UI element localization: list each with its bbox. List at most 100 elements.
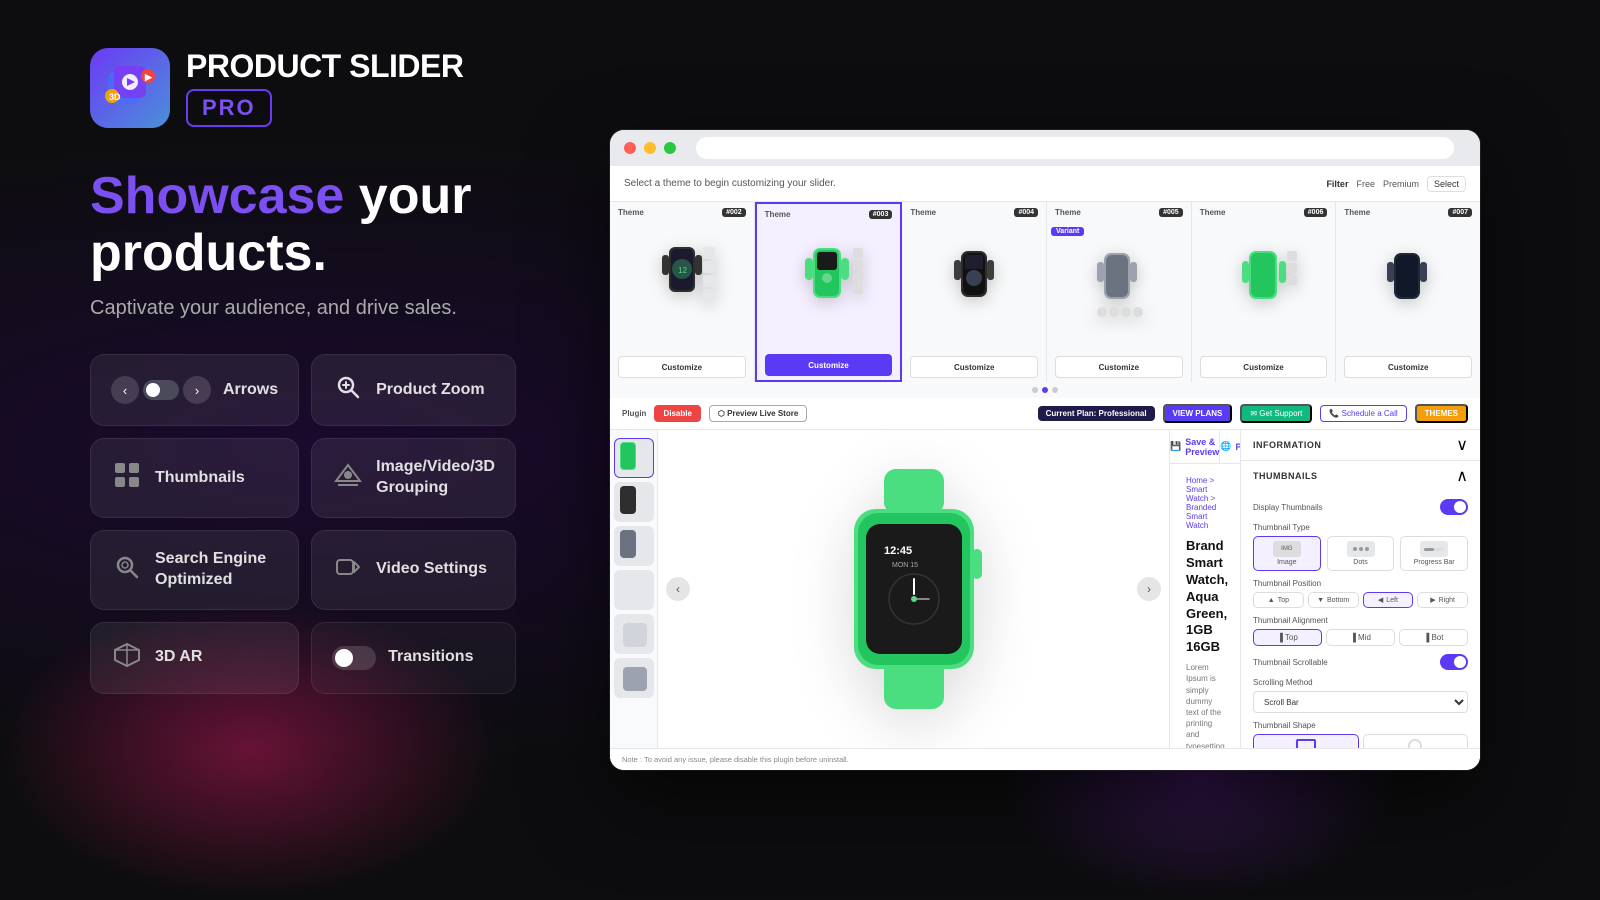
thumbnail-type-options: IMG Image [1253, 536, 1468, 571]
thumb-4[interactable] [614, 570, 654, 610]
theme-card-006[interactable]: Theme #006 [1192, 202, 1337, 382]
select-label[interactable]: Select [1427, 176, 1466, 192]
align-middle[interactable]: ▐ Mid [1326, 629, 1395, 646]
customize-btn-006[interactable]: Customize [1200, 356, 1328, 378]
next-image-arrow[interactable]: › [1137, 577, 1161, 601]
shape-round[interactable]: Round [1363, 734, 1469, 748]
disable-btn[interactable]: Disable [654, 405, 700, 422]
dot-3[interactable] [1052, 387, 1058, 393]
schedule-call-btn[interactable]: 📞 Schedule a Call [1320, 405, 1406, 422]
browser-minimize-dot [644, 142, 656, 154]
svg-text:3D: 3D [109, 92, 121, 102]
feature-grid: ‹ › Arrows Product Zoom [90, 354, 472, 693]
pos-right[interactable]: ▶Right [1417, 592, 1468, 608]
feature-arrows[interactable]: ‹ › Arrows [90, 354, 299, 426]
dots-type-icon [1347, 541, 1375, 557]
support-icon: ✉ [1250, 409, 1257, 418]
zoom-icon [332, 373, 364, 407]
product-preview: ‹ [610, 430, 1170, 748]
save-preview-btn[interactable]: 💾 Save & Preview [1170, 430, 1220, 463]
plugin-controls: Plugin Disable ⬡ Preview Live Store Curr… [610, 398, 1480, 430]
customize-btn-004[interactable]: Customize [910, 356, 1038, 378]
customize-btn-005[interactable]: Customize [1055, 356, 1183, 378]
free-label[interactable]: Free [1356, 179, 1375, 189]
image-video-3d-label: Image/Video/3D Grouping [376, 457, 495, 499]
get-support-btn[interactable]: ✉ Get Support [1240, 404, 1312, 423]
feature-video-settings[interactable]: Video Settings [311, 530, 516, 610]
theme-card-004[interactable]: Theme #004 [902, 202, 1047, 382]
theme-card-002[interactable]: Theme #002 12 [610, 202, 755, 382]
breadcrumb: Home > Smart Watch > Branded Smart Watch [1186, 476, 1224, 530]
scrolling-method-select[interactable]: Scroll Bar Drag [1253, 691, 1468, 713]
thumb-2[interactable] [614, 482, 654, 522]
thumb-6[interactable] [614, 658, 654, 698]
boxed-icon [1296, 739, 1316, 748]
thumb-5[interactable] [614, 614, 654, 654]
product-info: 💾 Save & Preview 🌐 Publish Home > Smart … [1170, 430, 1240, 748]
themes-btn[interactable]: THEMES [1415, 404, 1468, 423]
pos-bottom[interactable]: ▼Bottom [1308, 592, 1359, 608]
information-title: INFORMATION [1253, 440, 1321, 450]
type-progress-bar[interactable]: Progress Bar [1400, 536, 1468, 571]
customize-btn-003[interactable]: Customize [765, 354, 893, 376]
headline-main: Showcase your products. [90, 168, 472, 282]
type-dots[interactable]: Dots [1327, 536, 1395, 571]
thumbnails-chevron: ∧ [1456, 466, 1468, 486]
scrollable-toggle[interactable] [1440, 654, 1468, 670]
align-top[interactable]: ▐ Top [1253, 629, 1322, 646]
customize-btn-002[interactable]: Customize [618, 356, 746, 378]
arrows-toggle[interactable] [143, 380, 179, 400]
shape-boxed[interactable]: Boxed [1253, 734, 1359, 748]
svg-text:▶: ▶ [144, 72, 153, 82]
arrow-left[interactable]: ‹ [111, 376, 139, 404]
thumbnails-content: Display Thumbnails Thumbnail Type IMG [1241, 491, 1480, 748]
customize-btn-007[interactable]: Customize [1344, 356, 1472, 378]
filter-label[interactable]: Filter [1326, 179, 1348, 189]
feature-thumbnails[interactable]: Thumbnails [90, 438, 299, 518]
thumbnails-label: Thumbnails [155, 468, 245, 489]
thumbnail-scrollable-row: Thumbnail Scrollable [1253, 654, 1468, 670]
align-bottom[interactable]: ▐ Bot [1399, 629, 1468, 646]
thumbnail-shape-options: Boxed Round [1253, 734, 1468, 748]
theme-card-005[interactable]: Theme #005 Variant [1047, 202, 1192, 382]
feature-transitions[interactable]: Transitions [311, 622, 516, 694]
feature-image-video-3d[interactable]: Image/Video/3D Grouping [311, 438, 516, 518]
publish-btn[interactable]: 🌐 Publish [1220, 430, 1240, 463]
thumbnails-header[interactable]: THUMBNAILS ∧ [1241, 461, 1480, 491]
type-image[interactable]: IMG Image [1253, 536, 1321, 571]
plugin-topbar: Select a theme to begin customizing your… [610, 166, 1480, 202]
feature-3d-ar[interactable]: 3D AR [90, 622, 299, 694]
display-thumbnails-toggle[interactable] [1440, 499, 1468, 515]
feature-seo[interactable]: Search Engine Optimized [90, 530, 299, 610]
arrow-right[interactable]: › [183, 376, 211, 404]
transitions-toggle[interactable] [332, 646, 376, 670]
information-header[interactable]: INFORMATION ∨ [1241, 430, 1480, 460]
theme-card-003[interactable]: Theme #003 [755, 202, 903, 382]
prev-image-arrow[interactable]: ‹ [666, 577, 690, 601]
dot-1[interactable] [1032, 387, 1038, 393]
publish-icon: 🌐 [1220, 441, 1231, 452]
theme-card-007[interactable]: Theme #007 Customize [1336, 202, 1480, 382]
note-bar: Note : To avoid any issue, please disabl… [610, 748, 1480, 770]
thumbnails-icon [111, 461, 143, 495]
arrows-control: ‹ › [111, 376, 211, 404]
save-publish-bar: 💾 Save & Preview 🌐 Publish [1170, 430, 1240, 464]
pos-top[interactable]: ▲Top [1253, 592, 1304, 608]
thumbnail-shape-label: Thumbnail Shape [1253, 721, 1468, 730]
product-area: ‹ [610, 430, 1480, 748]
premium-label[interactable]: Premium [1383, 179, 1419, 189]
feature-product-zoom[interactable]: Product Zoom [311, 354, 516, 426]
preview-icon: ⬡ [718, 409, 725, 418]
browser-url-bar [696, 137, 1454, 159]
preview-btn[interactable]: ⬡ Preview Live Store [709, 405, 807, 422]
headline-accent: Showcase [90, 167, 344, 225]
thumb-1[interactable] [614, 438, 654, 478]
product-main-image: ‹ [658, 430, 1169, 748]
view-plans-btn[interactable]: VIEW PLANS [1163, 404, 1233, 423]
current-plan: Current Plan: Professional [1038, 406, 1155, 421]
dot-2[interactable] [1042, 387, 1048, 393]
pos-left[interactable]: ◀Left [1363, 592, 1414, 608]
thumb-3[interactable] [614, 526, 654, 566]
plugin-label: Plugin [622, 409, 646, 418]
topbar-text: Select a theme to begin customizing your… [624, 178, 836, 189]
